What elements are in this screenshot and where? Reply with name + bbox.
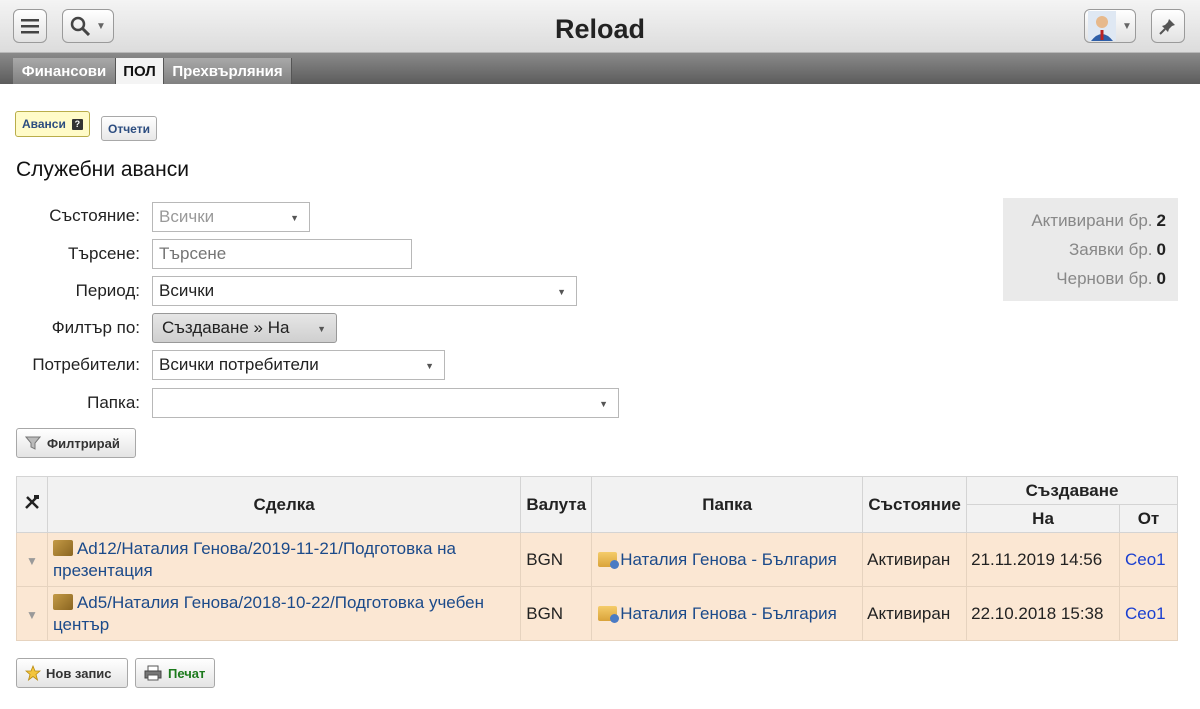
advances-button[interactable]: Аванси ? [15, 111, 90, 137]
reports-button[interactable]: Отчети [101, 116, 157, 141]
folder-link[interactable]: Наталия Генова - България [620, 604, 837, 623]
avatar [1088, 11, 1117, 41]
folder-header[interactable]: Папка [591, 476, 864, 533]
new-record-button[interactable]: Нов запис [16, 658, 128, 688]
chevron-down-icon: ▼ [1122, 20, 1132, 32]
created-by-cell: Ceo1 [1118, 586, 1179, 641]
tab-pol[interactable]: ПОЛ [116, 58, 164, 84]
stat-value: 0 [1156, 240, 1166, 259]
folder-link[interactable]: Наталия Генова - България [620, 550, 837, 569]
period-value: Всички [159, 281, 215, 300]
triangle-down-icon: ▼ [26, 553, 38, 568]
state-cell: Активиран [862, 586, 968, 641]
deal-cell: Ad12/Наталия Генова/2019-11-21/Подготовк… [46, 532, 522, 587]
funnel-icon [25, 436, 41, 450]
search-label: Търсене: [68, 244, 140, 263]
state-label: Състояние: [49, 206, 140, 225]
created-on-cell: 21.11.2019 14:56 [966, 532, 1120, 587]
star-icon [25, 665, 41, 681]
stat-drafts: Чернови бр. 0 [1003, 269, 1178, 298]
folder-icon [598, 551, 620, 569]
deal-header[interactable]: Сделка [46, 476, 522, 533]
users-select[interactable]: Всички потребители ▼ [152, 350, 445, 380]
filter-by-label: Филтър по: [51, 318, 140, 337]
filter-by-value: Създаване » На [162, 318, 290, 337]
tab-transfers[interactable]: Прехвърляния [164, 58, 292, 84]
tools-header [16, 476, 48, 533]
printer-icon [144, 665, 162, 681]
state-value: Всички [159, 207, 215, 226]
filter-button-label: Филтрирай [47, 435, 120, 451]
pin-button[interactable] [1151, 9, 1185, 43]
user-link[interactable]: Ceo1 [1125, 604, 1166, 623]
deal-link[interactable]: Ad12/Наталия Генова/2019-11-21/Подготовк… [53, 539, 456, 580]
tools-icon [25, 495, 39, 509]
search-input[interactable] [152, 239, 412, 269]
stat-value: 0 [1156, 269, 1166, 288]
folder-cell: Наталия Генова - България [591, 586, 864, 641]
chevron-down-icon: ▼ [599, 399, 608, 409]
stat-label: Чернови бр. [1056, 269, 1153, 288]
app-title: Reload [554, 14, 646, 44]
created-on-header[interactable]: На [966, 504, 1120, 533]
table-row: ▼ Ad5/Наталия Генова/2018-10-22/Подготов… [16, 586, 1179, 641]
currency-cell: BGN [520, 586, 593, 641]
state-header[interactable]: Състояние [862, 476, 968, 533]
top-bar: ▼ Reload ▼ [0, 0, 1200, 53]
stat-value: 2 [1156, 211, 1166, 230]
new-record-label: Нов запис [46, 665, 112, 681]
tab-finance[interactable]: Финансови [13, 58, 116, 84]
created-header: Създаване [966, 476, 1178, 505]
created-on-cell: 22.10.2018 15:38 [966, 586, 1120, 641]
filter-by-select[interactable]: Създаване » На ▼ [152, 313, 337, 343]
advances-table: Сделка Валута Папка Състояние Създаване … [16, 476, 1179, 641]
deal-cell: Ad5/Наталия Генова/2018-10-22/Подготовка… [46, 586, 522, 641]
stat-label: Заявки бр. [1069, 240, 1153, 259]
print-button[interactable]: Печат [135, 658, 215, 688]
period-select[interactable]: Всички ▼ [152, 276, 577, 306]
print-label: Печат [168, 665, 206, 681]
filter-button[interactable]: Филтрирай [16, 428, 136, 458]
package-icon [52, 539, 73, 556]
row-menu-toggle[interactable]: ▼ [16, 532, 48, 587]
folder-cell: Наталия Генова - България [591, 532, 864, 587]
state-select[interactable]: Всички ▼ [152, 202, 310, 232]
chevron-down-icon: ▼ [317, 324, 326, 334]
pin-icon [1159, 19, 1175, 35]
users-value: Всички потребители [159, 355, 319, 374]
page-title: Служебни аванси [16, 158, 189, 181]
tab-bar: Финансови ПОЛ Прехвърляния [0, 53, 1200, 84]
deal-link[interactable]: Ad5/Наталия Генова/2018-10-22/Подготовка… [53, 593, 484, 634]
stat-requests: Заявки бр. 0 [1003, 240, 1178, 269]
state-cell: Активиран [862, 532, 968, 587]
chevron-down-icon: ▼ [290, 213, 299, 223]
currency-header[interactable]: Валута [520, 476, 593, 533]
folder-select[interactable]: ▼ [152, 388, 619, 418]
package-icon [52, 593, 73, 610]
period-label: Период: [75, 281, 140, 300]
stats-panel: Активирани бр. 2 Заявки бр. 0 Чернови бр. 0 [1003, 198, 1178, 301]
user-menu-button[interactable]: ▼ [1084, 9, 1136, 43]
help-icon[interactable]: ? [71, 118, 83, 130]
triangle-down-icon: ▼ [26, 607, 38, 622]
user-link[interactable]: Ceo1 [1125, 550, 1166, 569]
created-by-cell: Ceo1 [1118, 532, 1179, 587]
created-by-header[interactable]: От [1118, 504, 1179, 533]
currency-cell: BGN [520, 532, 593, 587]
stat-activated: Активирани бр. 2 [1003, 211, 1178, 240]
chevron-down-icon: ▼ [425, 361, 434, 371]
users-label: Потребители: [32, 355, 140, 374]
folder-icon [598, 605, 620, 623]
stat-label: Активирани бр. [1031, 211, 1153, 230]
advances-label: Аванси [22, 117, 66, 131]
table-row: ▼ Ad12/Наталия Генова/2019-11-21/Подгото… [16, 532, 1179, 587]
folder-label: Папка: [87, 393, 140, 412]
chevron-down-icon: ▼ [557, 287, 566, 297]
row-menu-toggle[interactable]: ▼ [16, 586, 48, 641]
